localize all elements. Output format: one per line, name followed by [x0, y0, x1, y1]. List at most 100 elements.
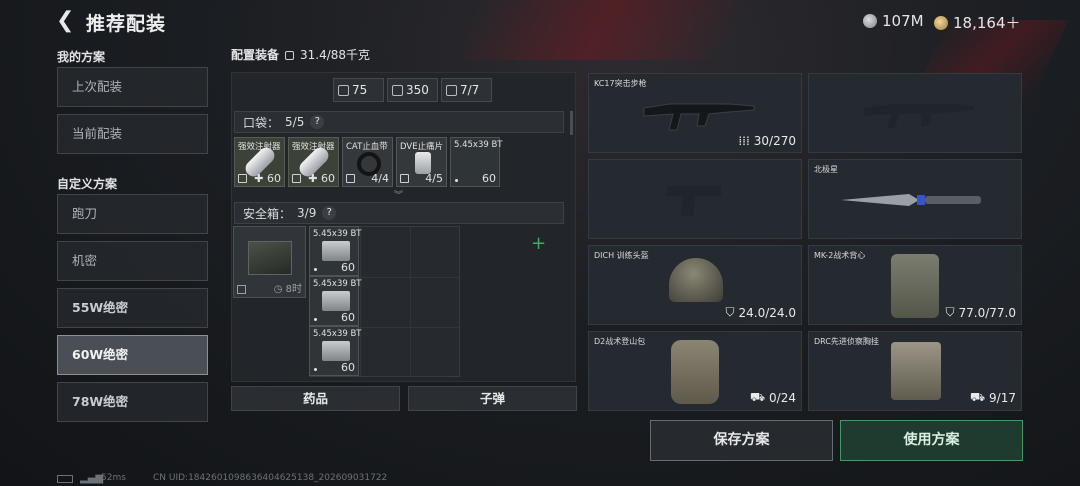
- slot-pistol[interactable]: [588, 159, 802, 239]
- item-name: 5.45x39 BT: [313, 279, 362, 289]
- currency-silver-value: 107M: [882, 12, 924, 30]
- save-plan-button[interactable]: 保存方案: [650, 420, 833, 461]
- safebox-count: 3/9: [297, 206, 317, 220]
- pocket-count: 5/5: [285, 115, 305, 129]
- stat-slots: 7/7: [441, 78, 492, 102]
- scrollbar[interactable]: [570, 111, 573, 135]
- item-name: CAT止血带: [346, 142, 388, 152]
- slot-armor[interactable]: MK-2战术背心 ⛉ 77.0/77.0: [808, 245, 1022, 325]
- slot-melee[interactable]: 北极星: [808, 159, 1022, 239]
- plan-78w[interactable]: 78W绝密: [57, 382, 208, 422]
- slot-secondary-weapon[interactable]: [808, 73, 1022, 153]
- item-count: 60: [341, 311, 355, 324]
- pocket-item[interactable]: 5.45x39 BT 60: [450, 137, 503, 187]
- pocket-bar: 口袋： 5/5 ?: [234, 111, 564, 133]
- pocket-item[interactable]: CAT止血带 4/4: [342, 137, 393, 187]
- help-icon[interactable]: ?: [310, 115, 325, 129]
- lock-icon: [238, 174, 247, 183]
- slot-name: DICH 训练头盔: [594, 251, 649, 260]
- use-plan-button[interactable]: 使用方案: [840, 420, 1023, 461]
- stat-heal-value: 350: [406, 83, 429, 97]
- currency-gold-value: 18,164＋: [953, 14, 1021, 32]
- item-count: 4/5: [425, 172, 443, 185]
- slots-icon: [446, 84, 457, 96]
- currency-gold[interactable]: 18,164＋: [934, 12, 1021, 33]
- help-icon[interactable]: ?: [322, 206, 337, 220]
- currency-silver[interactable]: 107M: [863, 12, 924, 30]
- ammo-box-icon: [322, 341, 350, 361]
- lock-icon: [400, 174, 409, 183]
- section-custom-title: 自定义方案: [57, 177, 118, 191]
- stat-heal: 350: [387, 78, 438, 102]
- page-title: 推荐配装: [86, 13, 167, 35]
- loadout-weight: 31.4/88千克: [300, 48, 371, 62]
- plan-60w[interactable]: 60W绝密: [57, 335, 208, 375]
- painkiller-icon: [415, 152, 431, 174]
- weight-lock-icon: [285, 51, 295, 60]
- item-count: 60: [341, 361, 355, 374]
- lock-icon: [292, 174, 301, 183]
- ammo-box-icon: [322, 241, 350, 261]
- pocket-item[interactable]: 强效注射器 ✚ 60: [288, 137, 339, 187]
- gold-coin-icon: [934, 15, 948, 30]
- item-name: 5.45x39 BT: [454, 140, 503, 150]
- backpack-icon: [671, 340, 719, 404]
- tab-ammo[interactable]: 子弹: [408, 386, 577, 411]
- slot-chest-rig[interactable]: DRC先进侦察胸挂 ⛟ 9/17: [808, 331, 1022, 411]
- slot-name: D2战术登山包: [594, 337, 646, 346]
- safebox-container[interactable]: ◷ 8时: [233, 226, 306, 298]
- stat-armor: 75: [333, 78, 384, 102]
- stat-slots-value: 7/7: [460, 83, 480, 97]
- item-count: ✚ 60: [308, 172, 335, 185]
- chevron-down-icon[interactable]: ︾: [394, 188, 403, 201]
- plan-secret[interactable]: 机密: [57, 241, 208, 281]
- back-icon[interactable]: ❮: [56, 9, 76, 33]
- lock-icon: [237, 285, 246, 294]
- slot-value: ⛉ 24.0/24.0: [725, 305, 797, 320]
- slot-value: ⛟ 9/17: [969, 390, 1016, 405]
- safebox-item[interactable]: 5.45x39 BT 60: [309, 276, 362, 326]
- armor-icon: [338, 84, 349, 96]
- item-count: 60: [341, 261, 355, 274]
- ping: 52ms: [101, 473, 126, 483]
- item-count: 60: [482, 172, 496, 185]
- section-mine-title: 我的方案: [57, 50, 106, 64]
- dot-icon: [455, 179, 458, 182]
- uid: CN UID:18426010986364046251​38_202609031…: [153, 473, 388, 483]
- dot-icon: [314, 268, 317, 271]
- knife-icon: [841, 194, 981, 206]
- slot-helmet[interactable]: DICH 训练头盔 ⛉ 24.0/24.0: [588, 245, 802, 325]
- chest-rig-icon: [891, 342, 941, 400]
- stat-armor-value: 75: [352, 83, 368, 97]
- slot-value: ⁞⁞⁞ 30/270: [738, 134, 796, 148]
- pocket-item[interactable]: DVE止痛片 4/5: [396, 137, 447, 187]
- plan-run[interactable]: 跑刀: [57, 194, 208, 234]
- crosshair-icon: +: [531, 233, 547, 254]
- safebox-item[interactable]: 5.45x39 BT 60: [309, 226, 362, 276]
- slot-primary-weapon[interactable]: KC17突击步枪 ⁞⁞⁞ 30/270: [588, 73, 802, 153]
- rifle-silhouette-icon: [864, 104, 974, 128]
- slot-name: MK-2战术背心: [814, 251, 866, 260]
- pocket-label: 口袋：: [243, 115, 280, 130]
- lock-icon: [346, 174, 355, 183]
- item-count: ✚ 60: [254, 172, 281, 185]
- slot-value: ⛟ 0/24: [749, 390, 796, 405]
- slot-value: ⛉ 77.0/77.0: [945, 305, 1017, 320]
- plan-current[interactable]: 当前配装: [57, 114, 208, 154]
- pocket-item[interactable]: 强效注射器 ✚ 60: [234, 137, 285, 187]
- tab-medicine[interactable]: 药品: [231, 386, 400, 411]
- safebox-bar: 安全箱： 3/9 ?: [234, 202, 564, 224]
- plan-55w[interactable]: 55W绝密: [57, 288, 208, 328]
- slot-backpack[interactable]: D2战术登山包 ⛟ 0/24: [588, 331, 802, 411]
- pistol-silhouette-icon: [667, 186, 721, 216]
- battery-icon: [57, 475, 73, 483]
- helmet-icon: [669, 258, 723, 302]
- safebox-label: 安全箱：: [243, 206, 292, 221]
- silver-coin-icon: [863, 14, 877, 28]
- slot-name: DRC先进侦察胸挂: [814, 337, 879, 346]
- loadout-header: 配置装备 31.4/88千克: [231, 46, 370, 63]
- background-highlight: [459, 0, 741, 60]
- safebox-item[interactable]: 5.45x39 BT 60: [309, 326, 362, 376]
- plan-last[interactable]: 上次配装: [57, 67, 208, 107]
- item-name: 5.45x39 BT: [313, 229, 362, 239]
